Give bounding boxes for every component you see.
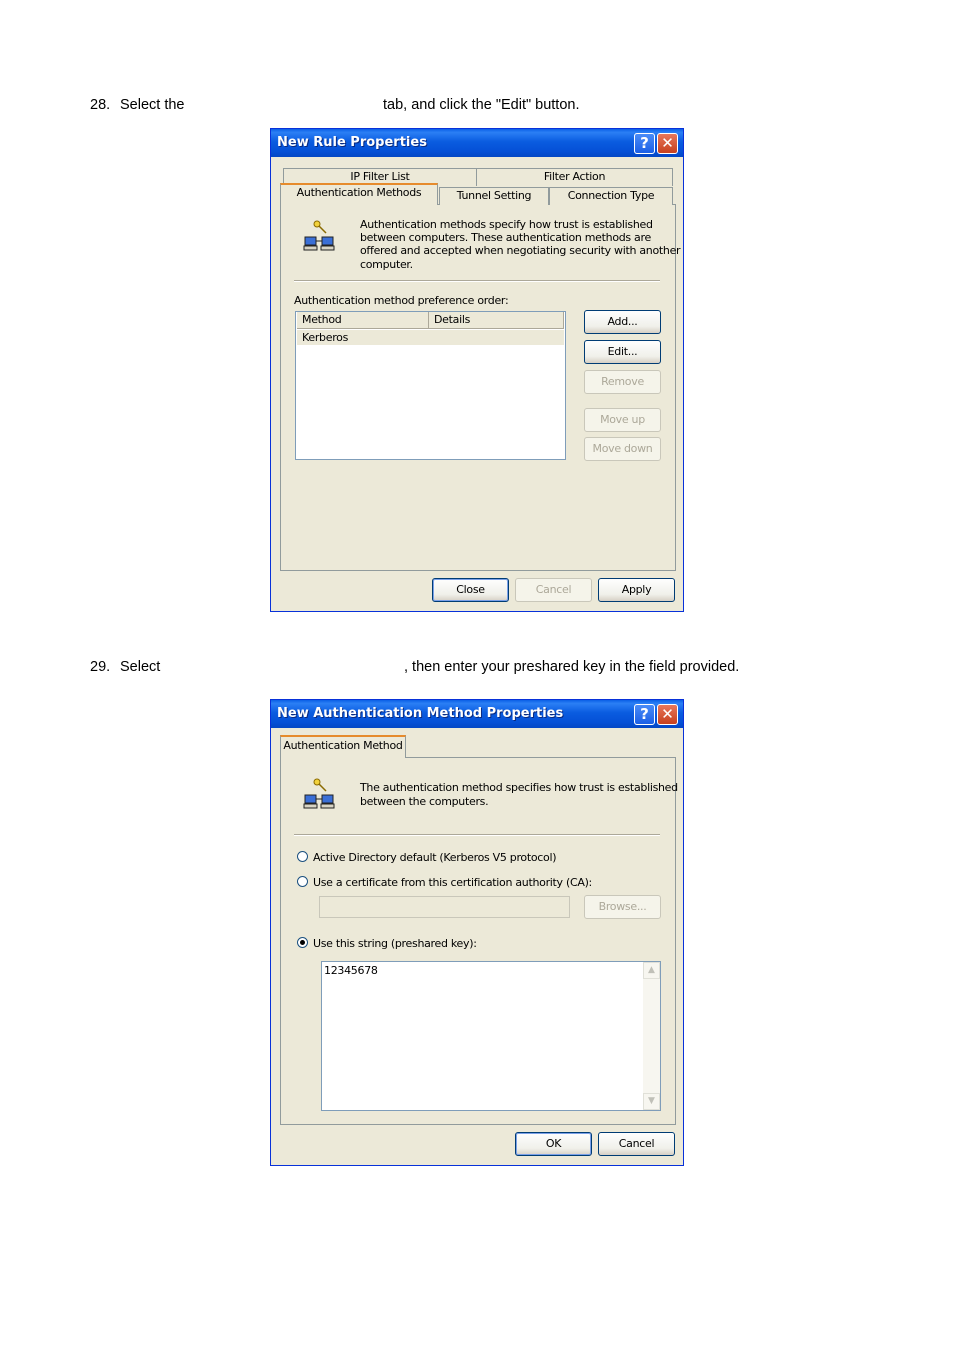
cancel-button[interactable]: Cancel [598,1132,675,1156]
title-bar[interactable]: New Rule Properties ? ✕ [271,129,683,157]
remove-button[interactable]: Remove [584,370,661,394]
browse-button[interactable]: Browse... [584,895,661,919]
scroll-up-icon[interactable]: ▲ [643,962,660,979]
scrollbar[interactable]: ▲ ▼ [643,962,660,1110]
ca-input[interactable] [319,896,570,918]
radio-preshared-label[interactable]: Use this string (preshared key): [313,937,477,950]
apply-button[interactable]: Apply [598,578,675,602]
tab-filter-action[interactable]: Filter Action [476,168,673,186]
separator [294,280,660,282]
help-icon[interactable]: ? [634,704,655,725]
add-button[interactable]: Add... [584,310,661,334]
help-icon[interactable]: ? [634,133,655,154]
tab-connection-type[interactable]: Connection Type [549,187,673,205]
list-label: Authentication method preference order: [294,294,509,307]
tab-tunnel-setting[interactable]: Tunnel Setting [439,187,549,205]
step-29-text-before: Select [120,659,161,675]
step-28-number: 28. [90,97,111,113]
close-button[interactable]: Close [432,578,509,602]
table-row[interactable]: Kerberos [297,330,564,345]
description-line-2: between computers. These authentication … [360,231,651,244]
cancel-button[interactable]: Cancel [515,578,592,602]
description-line-1: Authentication methods specify how trust… [360,218,653,231]
description-line-4: computer. [360,258,413,271]
close-icon[interactable]: ✕ [657,133,678,154]
tab-authentication-method[interactable]: Authentication Method [280,735,406,758]
preshared-key-textarea[interactable]: 12345678 ▲ ▼ [321,961,661,1111]
dialog-title: New Authentication Method Properties [277,706,564,721]
close-icon[interactable]: ✕ [657,704,678,725]
step-29-text-after: , then enter your preshared key in the f… [404,659,740,675]
move-down-button[interactable]: Move down [584,437,661,461]
network-key-icon [303,778,335,809]
network-key-icon [303,220,335,251]
new-rule-properties-dialog: New Rule Properties ? ✕ IP Filter List F… [270,128,684,612]
step-28-text-after: tab, and click the "Edit" button. [383,97,580,113]
radio-certificate[interactable] [297,876,308,887]
step-29-number: 29. [90,659,111,675]
tab-authentication-methods[interactable]: Authentication Methods [280,183,438,205]
radio-preshared[interactable] [297,937,308,948]
radio-kerberos-label[interactable]: Active Directory default (Kerberos V5 pr… [313,851,557,864]
edit-button[interactable]: Edit... [584,340,661,364]
description-line-1: The authentication method specifies how … [360,781,678,794]
column-header-method[interactable]: Method [297,312,429,329]
dialog-title: New Rule Properties [277,135,427,150]
step-28-text-before: Select the [120,97,185,113]
radio-kerberos[interactable] [297,851,308,862]
scroll-down-icon[interactable]: ▼ [643,1093,660,1110]
separator [294,834,660,836]
column-header-details[interactable]: Details [429,312,564,329]
new-authentication-method-dialog: New Authentication Method Properties ? ✕… [270,699,684,1166]
title-bar[interactable]: New Authentication Method Properties ? ✕ [271,700,683,728]
description-line-2: between the computers. [360,795,489,808]
radio-certificate-label[interactable]: Use a certificate from this certificatio… [313,876,592,889]
methods-list[interactable]: Method Details Kerberos [295,311,566,460]
ok-button[interactable]: OK [515,1132,592,1156]
row-method-kerberos: Kerberos [302,331,349,344]
move-up-button[interactable]: Move up [584,408,661,432]
description-line-3: offered and accepted when negotiating se… [360,244,681,257]
